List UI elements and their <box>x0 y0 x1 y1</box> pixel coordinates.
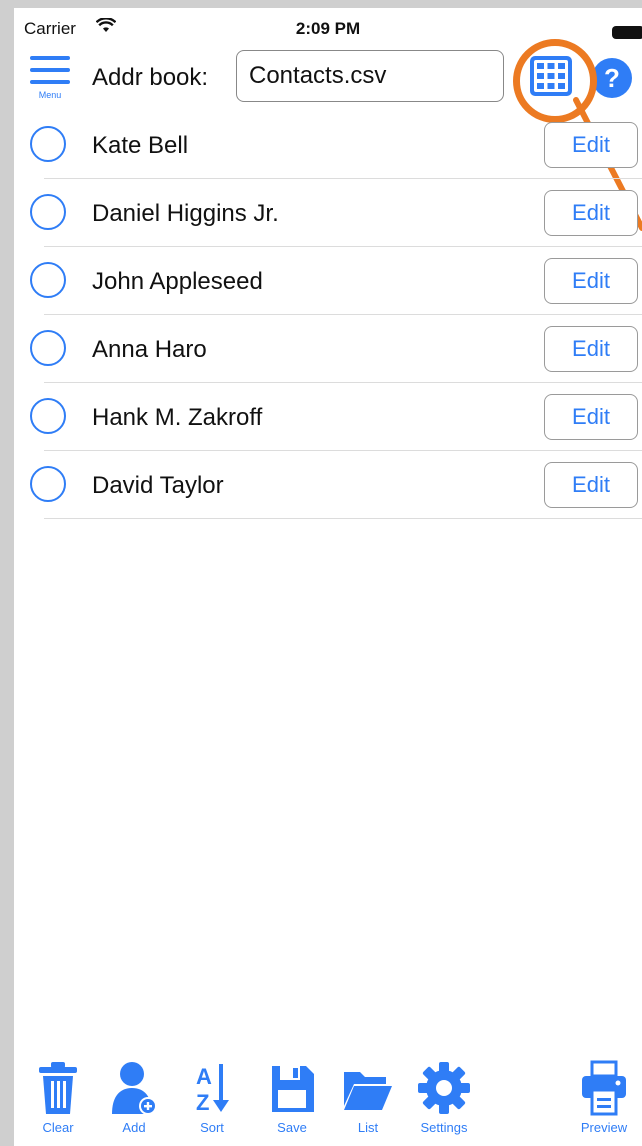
printer-icon <box>582 1060 626 1116</box>
addr-book-label: Addr book: <box>92 64 209 91</box>
status-time: 2:09 PM <box>295 19 361 38</box>
contact-row[interactable]: Anna Haro Edit <box>14 315 642 383</box>
contact-row[interactable]: Hank M. Zakroff Edit <box>14 383 642 451</box>
help-button[interactable]: ? <box>592 58 632 98</box>
menu-button[interactable]: Menu <box>28 52 72 102</box>
select-radio[interactable] <box>30 194 66 230</box>
row-separator <box>44 518 642 519</box>
app-screen: Carrier 2:09 PM Menu Addr book: ? <box>14 8 642 1146</box>
select-radio[interactable] <box>30 398 66 434</box>
save-button[interactable]: Save <box>262 1060 322 1135</box>
battery-icon <box>612 26 642 39</box>
edit-button[interactable]: Edit <box>544 326 638 372</box>
contact-name: Hank M. Zakroff <box>92 404 263 431</box>
save-label: Save <box>277 1120 307 1135</box>
settings-button[interactable]: Settings <box>414 1060 474 1135</box>
bottom-toolbar: Clear Add A Z Sort Save List Settings Pr… <box>14 1060 642 1146</box>
edit-button[interactable]: Edit <box>544 394 638 440</box>
add-button[interactable]: Add <box>104 1060 164 1135</box>
list-button[interactable]: List <box>338 1060 398 1135</box>
contact-row[interactable]: David Taylor Edit <box>14 451 642 519</box>
clear-button[interactable]: Clear <box>28 1060 88 1135</box>
add-label: Add <box>122 1120 146 1135</box>
menu-label: Menu <box>38 90 62 100</box>
contact-row[interactable]: Daniel Higgins Jr. Edit <box>14 179 642 247</box>
clear-label: Clear <box>42 1120 74 1135</box>
edit-button[interactable]: Edit <box>544 462 638 508</box>
help-icon: ? <box>604 63 620 93</box>
settings-label: Settings <box>420 1120 468 1135</box>
contact-name: Kate Bell <box>92 132 189 159</box>
edit-button[interactable]: Edit <box>544 190 638 236</box>
gear-icon <box>418 1062 470 1114</box>
edit-button[interactable]: Edit <box>544 258 638 304</box>
trash-icon <box>39 1062 77 1114</box>
contact-list: Kate Bell Edit Daniel Higgins Jr. Edit J… <box>14 111 642 519</box>
folder-icon <box>344 1072 392 1110</box>
menu-bar-top <box>30 56 70 60</box>
add-user-icon <box>112 1062 157 1115</box>
sort-button[interactable]: A Z Sort <box>182 1060 242 1135</box>
menu-bar-bottom <box>30 80 70 84</box>
preview-label: Preview <box>580 1120 628 1135</box>
svg-text:Z: Z <box>196 1090 209 1115</box>
select-radio[interactable] <box>30 466 66 502</box>
select-radio[interactable] <box>30 330 66 366</box>
edit-button[interactable]: Edit <box>544 122 638 168</box>
menu-bar-middle <box>30 68 70 72</box>
sort-label: Sort <box>200 1120 224 1135</box>
contact-row[interactable]: Kate Bell Edit <box>14 111 642 179</box>
contact-row[interactable]: John Appleseed Edit <box>14 247 642 315</box>
select-radio[interactable] <box>30 262 66 298</box>
sort-az-icon: A Z <box>196 1064 229 1115</box>
contact-name: John Appleseed <box>92 268 263 295</box>
svg-text:A: A <box>196 1064 212 1089</box>
floppy-icon <box>272 1066 314 1112</box>
contact-name: Anna Haro <box>92 336 207 363</box>
list-label: List <box>357 1120 379 1135</box>
select-radio[interactable] <box>30 126 66 162</box>
addr-book-file-field[interactable] <box>236 50 504 102</box>
contact-name: Daniel Higgins Jr. <box>92 200 279 227</box>
preview-button[interactable]: Preview <box>574 1060 634 1135</box>
contact-name: David Taylor <box>92 472 224 499</box>
